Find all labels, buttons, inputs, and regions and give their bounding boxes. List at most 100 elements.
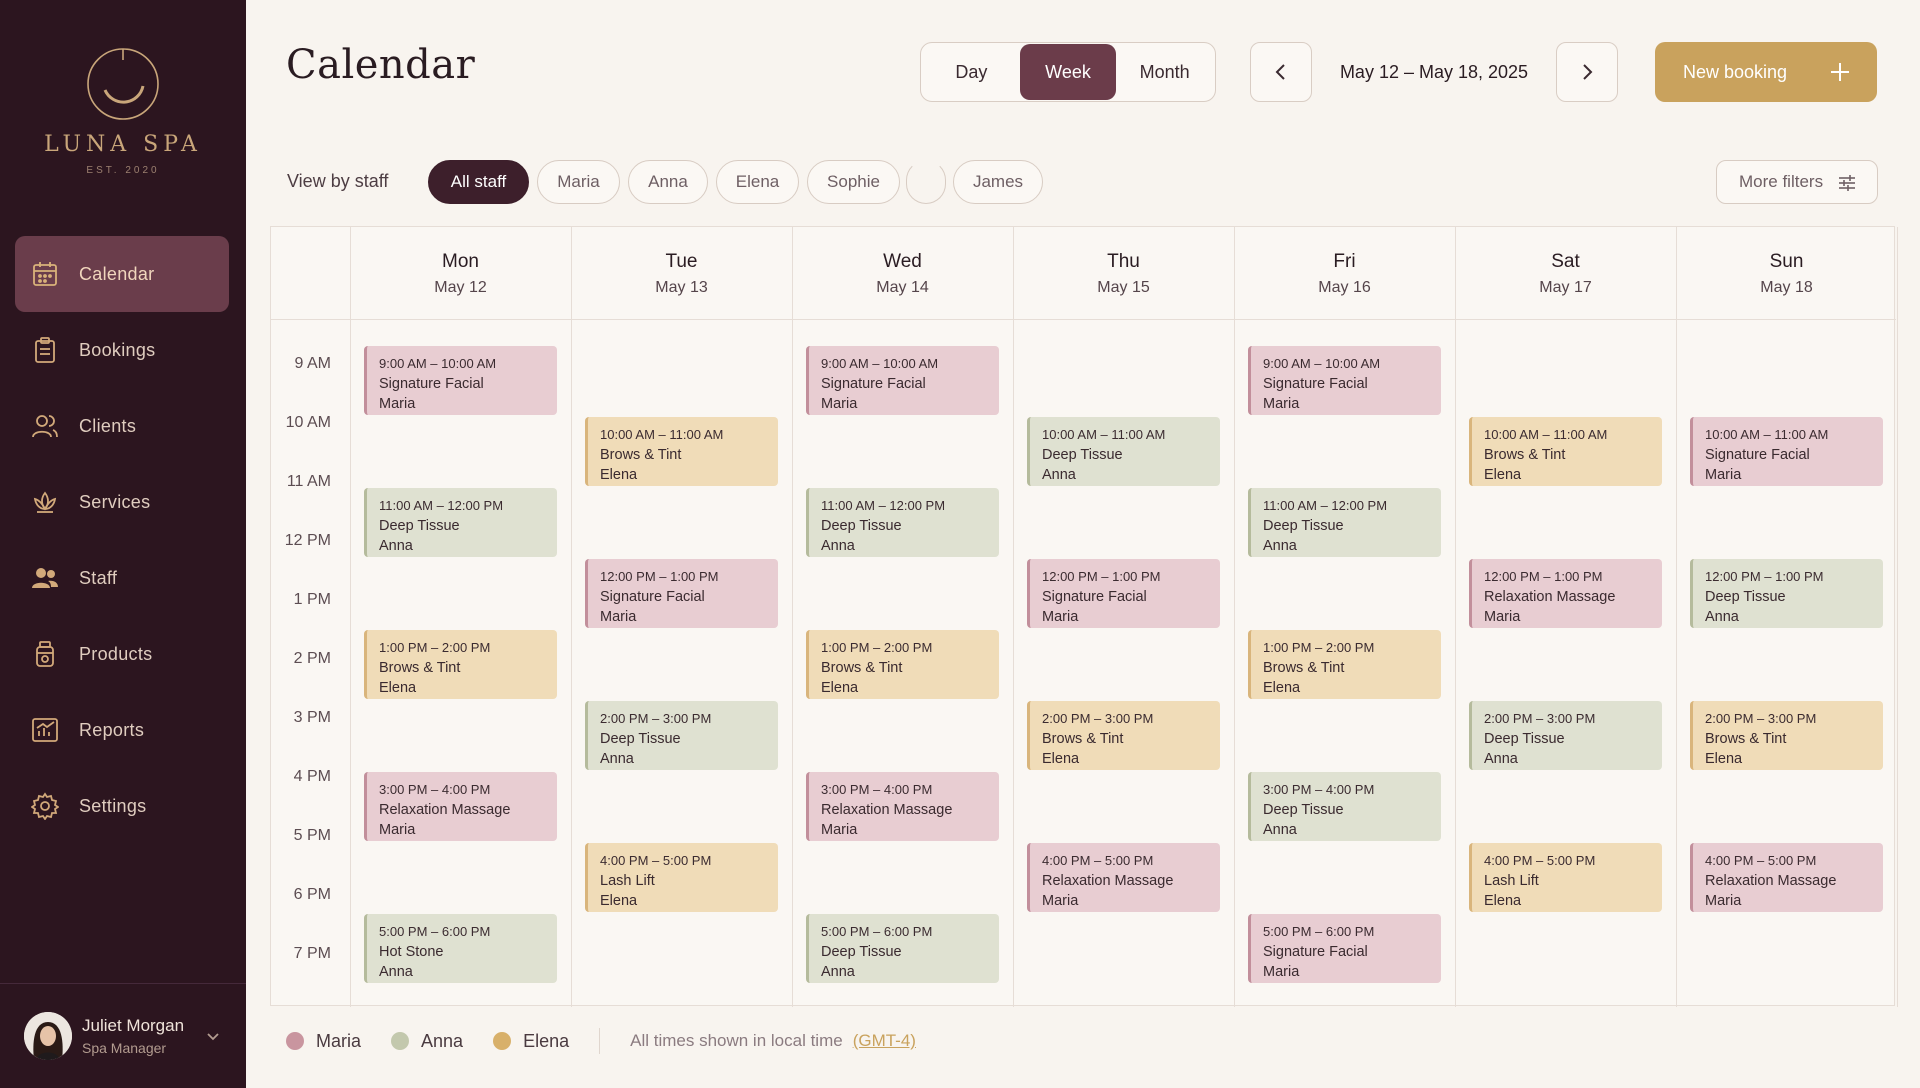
booking-card[interactable]: 5:00 PM – 6:00 PM Signature Facial Maria — [1248, 914, 1441, 983]
booking-card[interactable]: 11:00 AM – 12:00 PM Deep Tissue Anna — [806, 488, 999, 557]
previous-week-button[interactable] — [1250, 42, 1312, 102]
booking-time: 11:00 AM – 12:00 PM — [821, 498, 946, 513]
booking-card[interactable]: 2:00 PM – 3:00 PM Deep Tissue Anna — [585, 701, 778, 770]
day-header-tue[interactable]: Tue May 13 — [571, 227, 792, 319]
sidebar-item-bookings[interactable]: Bookings — [15, 312, 229, 388]
booking-staff: Elena — [600, 893, 638, 909]
next-week-button[interactable] — [1556, 42, 1618, 102]
chip-anna[interactable]: Anna — [628, 160, 708, 204]
booking-time: 12:00 PM – 1:00 PM — [600, 569, 719, 584]
booking-card[interactable]: 2:00 PM – 3:00 PM Deep Tissue Anna — [1469, 701, 1662, 770]
booking-card[interactable]: 10:00 AM – 11:00 AM Brows & Tint Elena — [1469, 417, 1662, 486]
column-divider — [1897, 227, 1898, 1007]
moon-logo-icon — [87, 48, 159, 120]
view-day-button[interactable]: Day — [923, 44, 1020, 100]
booking-service: Lash Lift — [1484, 873, 1539, 889]
booking-card[interactable]: 4:00 PM – 5:00 PM Relaxation Massage Maria — [1690, 843, 1883, 912]
booking-card[interactable]: 4:00 PM – 5:00 PM Lash Lift Elena — [1469, 843, 1662, 912]
view-month-button[interactable]: Month — [1116, 44, 1213, 100]
booking-staff: Maria — [1484, 609, 1521, 625]
legend-label: Anna — [421, 1030, 464, 1051]
booking-card[interactable]: 12:00 PM – 1:00 PM Signature Facial Maria — [1027, 559, 1220, 628]
booking-card[interactable]: 11:00 AM – 12:00 PM Deep Tissue Anna — [1248, 488, 1441, 557]
day-header-thu[interactable]: Thu May 15 — [1013, 227, 1234, 319]
time-label: 5 PM — [293, 827, 331, 844]
timezone-link[interactable]: (GMT-4) — [853, 1031, 916, 1051]
booking-time: 4:00 PM – 5:00 PM — [600, 853, 712, 868]
day-header-sun[interactable]: Sun May 18 — [1676, 227, 1897, 319]
booking-card[interactable]: 2:00 PM – 3:00 PM Brows & Tint Elena — [1027, 701, 1220, 770]
booking-card[interactable]: 4:00 PM – 5:00 PM Relaxation Massage Maria — [1027, 843, 1220, 912]
booking-staff: Anna — [379, 964, 413, 980]
lotus-icon — [33, 491, 57, 513]
sidebar-item-products[interactable]: Products — [15, 616, 229, 692]
booking-card[interactable]: 9:00 AM – 10:00 AM Signature Facial Maria — [364, 346, 557, 415]
user-role: Spa Manager — [82, 1040, 167, 1056]
booking-time: 11:00 AM – 12:00 PM — [1263, 498, 1388, 513]
booking-service: Deep Tissue — [821, 944, 902, 960]
booking-card[interactable]: 12:00 PM – 1:00 PM Signature Facial Maria — [585, 559, 778, 628]
booking-card[interactable]: 1:00 PM – 2:00 PM Brows & Tint Elena — [806, 630, 999, 699]
booking-staff: Anna — [379, 538, 413, 554]
booking-card[interactable]: 10:00 AM – 11:00 AM Brows & Tint Elena — [585, 417, 778, 486]
day-header-fri[interactable]: Fri May 16 — [1234, 227, 1455, 319]
booking-card[interactable]: 5:00 PM – 6:00 PM Hot Stone Anna — [364, 914, 557, 983]
booking-service: Deep Tissue — [1263, 802, 1344, 818]
chip-all-staff[interactable]: All staff — [428, 160, 529, 204]
user-name: Juliet Morgan — [82, 1016, 185, 1035]
booking-service: Hot Stone — [379, 944, 444, 960]
users-icon — [32, 415, 58, 438]
legend: Maria Anna Elena All times shown in loca… — [286, 1028, 916, 1054]
sidebar-item-settings[interactable]: Settings — [15, 768, 229, 844]
column-divider — [350, 227, 351, 1007]
chip-sophie[interactable]: Sophie — [807, 160, 900, 204]
chip-elena[interactable]: Elena — [716, 160, 799, 204]
booking-card[interactable]: 9:00 AM – 10:00 AM Signature Facial Maria — [1248, 346, 1441, 415]
chevron-down-icon[interactable] — [206, 1029, 220, 1043]
booking-card[interactable]: 3:00 PM – 4:00 PM Relaxation Massage Maria — [806, 772, 999, 841]
booking-time: 10:00 AM – 11:00 AM — [600, 427, 724, 442]
booking-time: 2:00 PM – 3:00 PM — [1484, 711, 1596, 726]
booking-card[interactable]: 10:00 AM – 11:00 AM Deep Tissue Anna — [1027, 417, 1220, 486]
brand-name: LUNA SPA — [44, 132, 202, 157]
sidebar-item-calendar[interactable]: Calendar — [15, 236, 229, 312]
booking-service: Signature Facial — [1705, 447, 1810, 463]
booking-card[interactable]: 1:00 PM – 2:00 PM Brows & Tint Elena — [364, 630, 557, 699]
chip-james[interactable]: James — [953, 160, 1043, 204]
booking-card[interactable]: 1:00 PM – 2:00 PM Brows & Tint Elena — [1248, 630, 1441, 699]
booking-card[interactable]: 5:00 PM – 6:00 PM Deep Tissue Anna — [806, 914, 999, 983]
booking-staff: Maria — [1042, 893, 1079, 909]
sidebar-item-staff[interactable]: Staff — [15, 540, 229, 616]
booking-staff: Elena — [1484, 467, 1522, 483]
booking-time: 3:00 PM – 4:00 PM — [1263, 782, 1375, 797]
booking-card[interactable]: 11:00 AM – 12:00 PM Deep Tissue Anna — [364, 488, 557, 557]
booking-service: Deep Tissue — [1705, 589, 1786, 605]
booking-card[interactable]: 3:00 PM – 4:00 PM Relaxation Massage Maria — [364, 772, 557, 841]
sidebar-item-label: Staff — [79, 567, 118, 588]
user-profile[interactable]: Juliet Morgan Spa Manager — [0, 983, 246, 1088]
day-header-wed[interactable]: Wed May 14 — [792, 227, 1013, 319]
sidebar-item-clients[interactable]: Clients — [15, 388, 229, 464]
new-booking-button[interactable]: New booking — [1655, 42, 1877, 102]
booking-card[interactable]: 3:00 PM – 4:00 PM Deep Tissue Anna — [1248, 772, 1441, 841]
time-label: 6 PM — [293, 886, 331, 903]
chevron-right-icon — [1583, 64, 1593, 80]
chip-maria[interactable]: Maria — [537, 160, 620, 204]
booking-card[interactable]: 4:00 PM – 5:00 PM Lash Lift Elena — [585, 843, 778, 912]
booking-card[interactable]: 2:00 PM – 3:00 PM Brows & Tint Elena — [1690, 701, 1883, 770]
legend-divider — [599, 1028, 601, 1054]
clipboard-icon — [35, 337, 55, 363]
more-filters-label: More filters — [1739, 172, 1824, 191]
booking-card[interactable]: 12:00 PM – 1:00 PM Relaxation Massage Mari… — [1469, 559, 1662, 628]
booking-card[interactable]: 12:00 PM – 1:00 PM Deep Tissue Anna — [1690, 559, 1883, 628]
view-week-button[interactable]: Week — [1019, 44, 1117, 100]
day-header-mon[interactable]: Mon May 12 — [350, 227, 571, 319]
sidebar-item-services[interactable]: Services — [15, 464, 229, 540]
booking-service: Relaxation Massage — [821, 802, 953, 818]
more-filters-button[interactable]: More filters — [1716, 160, 1878, 204]
booking-card[interactable]: 10:00 AM – 11:00 AM Signature Facial Maria — [1690, 417, 1883, 486]
day-header-sat[interactable]: Sat May 17 — [1455, 227, 1676, 319]
booking-card[interactable]: 9:00 AM – 10:00 AM Signature Facial Maria — [806, 346, 999, 415]
bottle-icon — [36, 641, 54, 667]
sidebar-item-reports[interactable]: Reports — [15, 692, 229, 768]
